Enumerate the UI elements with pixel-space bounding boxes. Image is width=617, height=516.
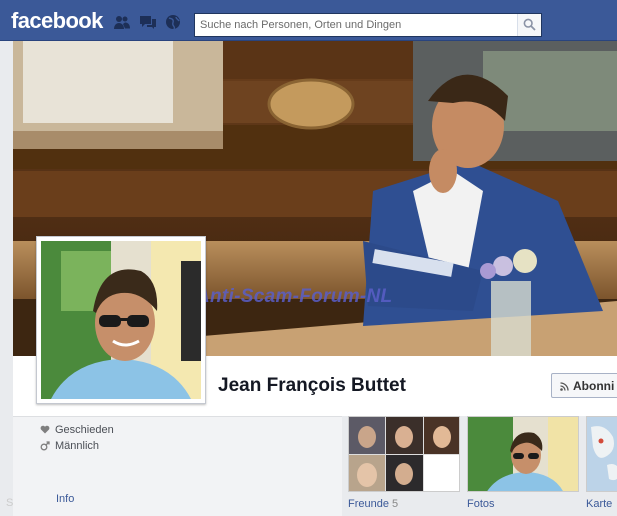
subscribe-label: Abonni — [573, 379, 615, 393]
heart-icon — [40, 425, 50, 434]
gender-label: Männlich — [55, 440, 100, 452]
friends-label[interactable]: Freunde 5 — [348, 498, 398, 510]
facebook-logo[interactable]: facebook — [11, 8, 103, 34]
friends-thumbnails — [348, 416, 460, 492]
photos-thumbnail — [467, 416, 579, 492]
faint-text: S — [6, 497, 14, 509]
photos-tile[interactable]: Fotos — [467, 416, 579, 516]
search-box — [194, 13, 542, 37]
friends-count: 5 — [392, 498, 399, 510]
messages-icon[interactable] — [139, 14, 157, 30]
rss-icon — [560, 382, 569, 391]
profile-name[interactable]: Jean François Buttet — [218, 375, 406, 397]
profile-picture[interactable] — [36, 236, 206, 404]
info-tab-link[interactable]: Info — [56, 493, 74, 505]
map-label[interactable]: Karte — [586, 498, 612, 510]
search-input[interactable] — [195, 14, 515, 36]
relationship-label: Geschieden — [55, 424, 114, 436]
friends-tile[interactable]: Freunde 5 — [348, 416, 460, 516]
subscribe-button[interactable]: Abonni — [551, 373, 617, 398]
male-icon — [40, 441, 50, 451]
photos-label[interactable]: Fotos — [467, 498, 495, 510]
friend-requests-icon[interactable] — [113, 14, 131, 30]
top-bar: facebook — [0, 0, 617, 41]
notifications-globe-icon[interactable] — [164, 14, 182, 30]
search-button[interactable] — [517, 14, 541, 36]
map-tile[interactable]: Karte — [586, 416, 617, 516]
watermark-text: Anti-Scam-Forum-NL — [196, 286, 393, 307]
search-icon — [523, 18, 536, 31]
map-thumbnail — [586, 416, 617, 492]
